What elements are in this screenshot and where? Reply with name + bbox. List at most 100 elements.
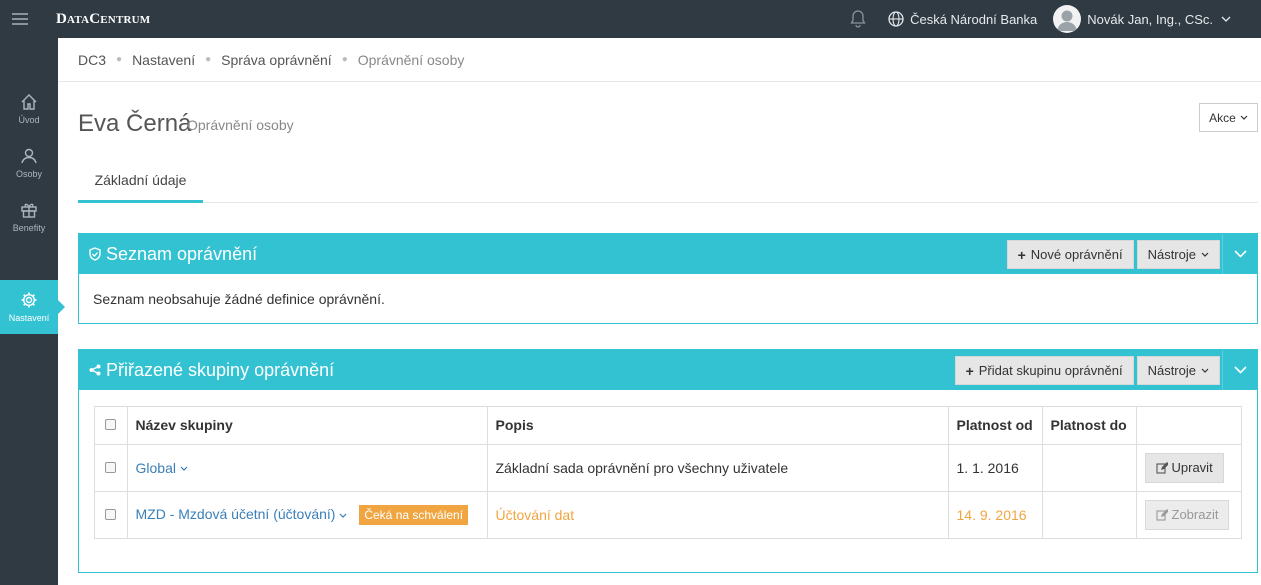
button-label: Nové oprávnění xyxy=(1030,247,1123,262)
breadcrumb-item-current: Oprávnění osoby xyxy=(357,51,465,68)
button-label: Upravit xyxy=(1171,460,1213,475)
group-name-cell: Global xyxy=(127,444,488,491)
panel-header: Přiřazené skupiny oprávnění + Přidat sku… xyxy=(79,350,1257,390)
tab-bar: Základní údaje xyxy=(78,160,1258,203)
assigned-groups-panel: Přiřazené skupiny oprávnění + Přidat sku… xyxy=(78,349,1258,573)
organization-name: Česká Národní Banka xyxy=(910,11,1038,27)
avatar xyxy=(1053,5,1082,33)
chevron-down-icon xyxy=(1233,366,1247,374)
sidebar: Úvod Osoby Benefity Nastavení xyxy=(0,38,65,585)
notifications-button[interactable] xyxy=(846,0,870,38)
actions-dropdown-button[interactable]: Akce xyxy=(1199,103,1258,132)
valid-from-cell: 14. 9. 2016 xyxy=(948,491,1043,538)
sidebar-item-label: Úvod xyxy=(18,115,40,125)
breadcrumb: DC3 ● Nastavení ● Správa oprávnění ● Opr… xyxy=(58,38,1261,82)
valid-to-cell xyxy=(1042,491,1137,538)
chevron-down-icon xyxy=(1201,368,1209,373)
sidebar-item-osoby[interactable]: Osoby xyxy=(0,137,58,189)
sidebar-item-nastaveni[interactable]: Nastavení xyxy=(0,280,65,334)
table-row: Global Základní sada oprávnění pro všech… xyxy=(95,444,1241,491)
globe-icon xyxy=(888,11,904,27)
chevron-down-icon xyxy=(1201,252,1209,257)
row-checkbox[interactable] xyxy=(105,508,117,520)
button-label: Nástroje xyxy=(1147,363,1196,378)
chevron-down-icon xyxy=(1221,16,1231,22)
column-header-valid-from[interactable]: Platnost od xyxy=(948,407,1043,444)
persons-icon xyxy=(21,148,37,164)
row-actions-cell: Zobrazit xyxy=(1136,491,1241,538)
plus-icon: + xyxy=(1017,246,1026,263)
column-header-valid-to[interactable]: Platnost do xyxy=(1042,407,1137,444)
table-header-row: Název skupiny Popis Platnost od Platnost… xyxy=(95,407,1241,444)
sidebar-item-label: Osoby xyxy=(15,169,42,179)
sidebar-item-uvod[interactable]: Úvod xyxy=(0,83,58,135)
chevron-down-icon xyxy=(1233,250,1247,258)
group-name-cell: MZD - Mzdová účetní (účtování) Čeká na s… xyxy=(127,491,488,538)
breadcrumb-separator: ● xyxy=(205,54,212,65)
share-icon xyxy=(89,364,101,376)
page-title: Eva Černá xyxy=(78,110,192,137)
row-select-cell xyxy=(95,444,128,491)
chevron-down-icon xyxy=(1240,115,1248,120)
column-header-actions xyxy=(1136,407,1241,444)
description-cell: Účtování dat xyxy=(487,491,949,538)
button-label: Přidat skupinu oprávnění xyxy=(978,363,1123,378)
group-name-link[interactable]: Global xyxy=(136,460,188,476)
tab-zakladni-udaje[interactable]: Základní údaje xyxy=(78,160,203,203)
select-all-checkbox[interactable] xyxy=(105,419,117,431)
chevron-down-icon xyxy=(180,466,188,472)
collapse-panel-button[interactable] xyxy=(1222,234,1257,274)
new-permission-button[interactable]: + Nové oprávnění xyxy=(1006,240,1134,269)
edit-icon xyxy=(1155,461,1168,474)
row-checkbox[interactable] xyxy=(105,461,117,473)
panel-header: Seznam oprávnění + Nové oprávnění Nástro… xyxy=(79,234,1257,274)
gift-icon xyxy=(21,203,37,218)
description-cell: Základní sada oprávnění pro všechny uživ… xyxy=(487,444,949,491)
actions-label: Akce xyxy=(1209,110,1236,125)
breadcrumb-item-sprava-opravneni[interactable]: Správa oprávnění xyxy=(221,52,332,68)
breadcrumb-separator: ● xyxy=(116,54,123,65)
row-actions-cell: Upravit xyxy=(1136,444,1241,491)
home-icon xyxy=(21,94,37,110)
panel-title: Přiřazené skupiny oprávnění xyxy=(106,359,335,380)
sidebar-item-benefity[interactable]: Benefity xyxy=(0,191,58,243)
edit-icon xyxy=(1155,508,1168,521)
breadcrumb-item-nastaveni[interactable]: Nastavení xyxy=(132,52,195,68)
groups-table: Název skupiny Popis Platnost od Platnost… xyxy=(94,406,1242,539)
row-select-cell xyxy=(95,491,128,538)
breadcrumb-separator: ● xyxy=(341,54,348,65)
shield-icon xyxy=(89,247,101,261)
column-header-name[interactable]: Název skupiny xyxy=(127,407,488,444)
permissions-panel: Seznam oprávnění + Nové oprávnění Nástro… xyxy=(78,233,1258,324)
valid-from-cell: 1. 1. 2016 xyxy=(948,444,1043,491)
top-bar: DataCentrum Česká Národní Banka Novák Ja… xyxy=(0,0,1261,38)
chevron-down-icon xyxy=(340,513,347,518)
organization-selector[interactable]: Česká Národní Banka xyxy=(888,11,1037,27)
button-label: Zobrazit xyxy=(1171,507,1219,523)
edit-button[interactable]: Upravit xyxy=(1144,452,1224,483)
view-button[interactable]: Zobrazit xyxy=(1144,499,1230,530)
valid-to-cell xyxy=(1042,444,1137,491)
table-row: MZD - Mzdová účetní (účtování) Čeká na s… xyxy=(95,491,1241,538)
button-label: Nástroje xyxy=(1147,247,1196,262)
bell-icon xyxy=(850,10,866,28)
collapse-panel-button[interactable] xyxy=(1222,350,1257,390)
user-menu[interactable]: Novák Jan, Ing., CSc. xyxy=(1053,5,1231,33)
tools-dropdown-button[interactable]: Nástroje xyxy=(1136,240,1220,269)
gear-icon xyxy=(21,292,37,308)
page-subtitle: Oprávnění osoby xyxy=(187,117,294,133)
tools-dropdown-button[interactable]: Nástroje xyxy=(1136,356,1220,385)
plus-icon: + xyxy=(965,362,974,379)
group-name-link[interactable]: MZD - Mzdová účetní (účtování) xyxy=(136,506,348,522)
user-name: Novák Jan, Ing., CSc. xyxy=(1087,11,1213,27)
status-badge: Čeká na schválení xyxy=(359,504,469,525)
breadcrumb-item-dc3[interactable]: DC3 xyxy=(78,52,106,68)
select-all-cell xyxy=(95,407,128,444)
sidebar-item-label: Benefity xyxy=(12,223,46,233)
column-header-description[interactable]: Popis xyxy=(487,407,949,444)
add-group-button[interactable]: + Přidat skupinu oprávnění xyxy=(954,356,1134,385)
sidebar-item-label: Nastavení xyxy=(8,313,50,323)
menu-toggle-button[interactable] xyxy=(0,0,40,38)
panel-title: Seznam oprávnění xyxy=(106,243,258,264)
brand-logo[interactable]: DataCentrum xyxy=(56,11,150,28)
